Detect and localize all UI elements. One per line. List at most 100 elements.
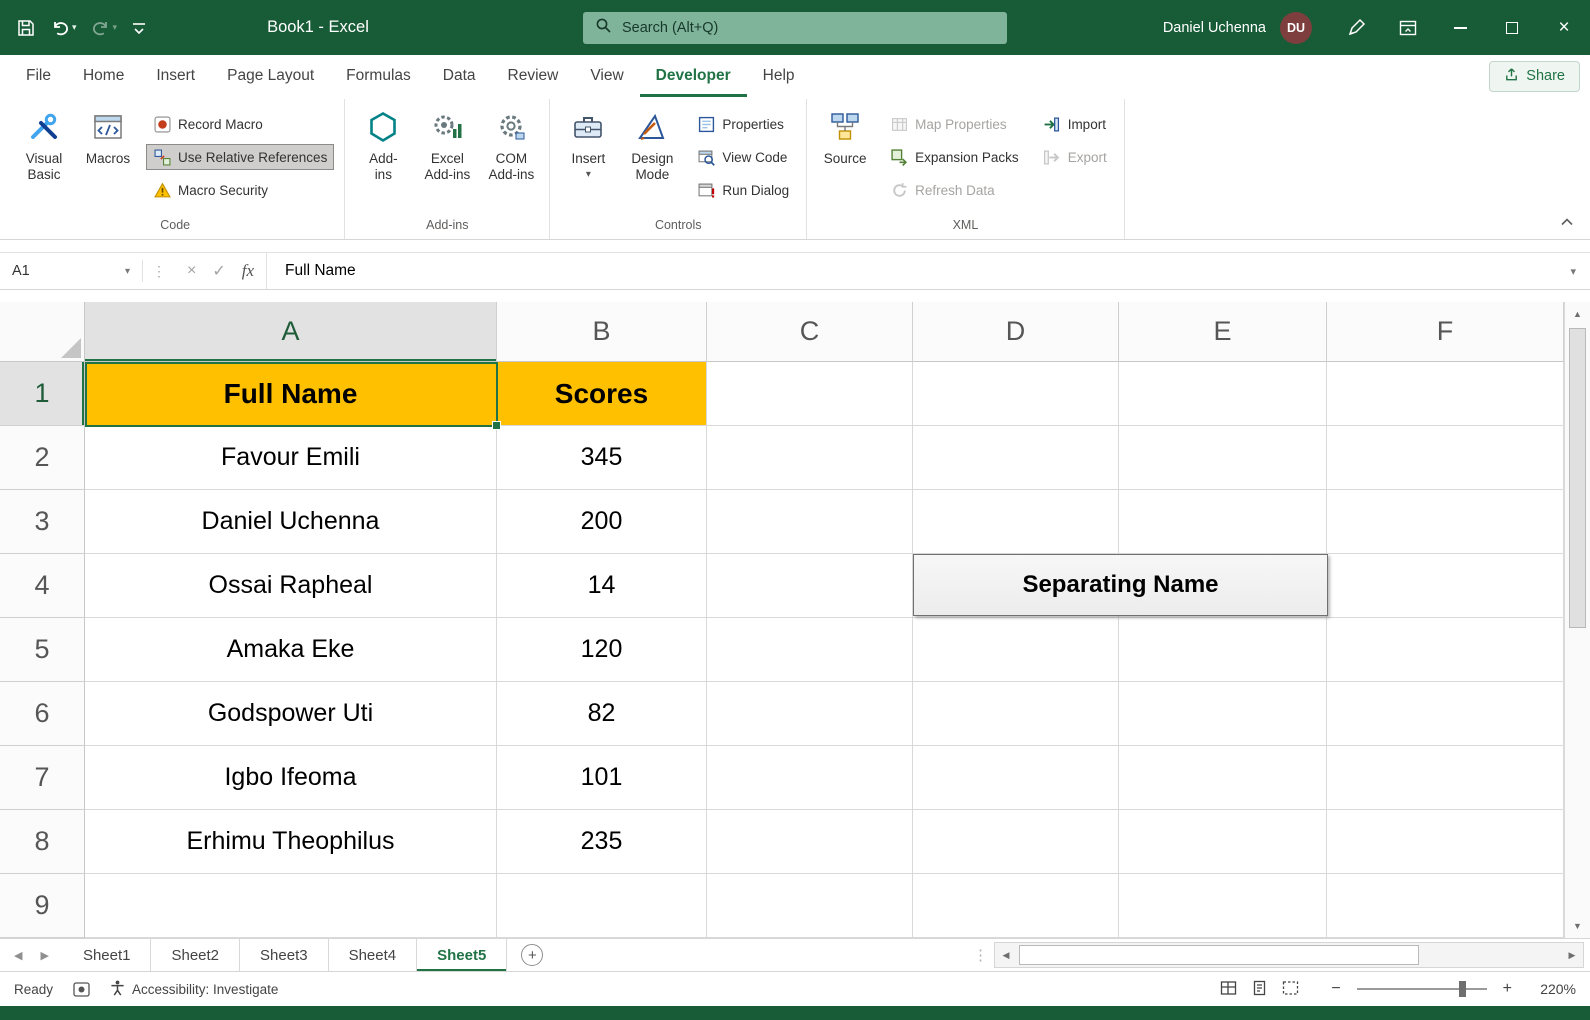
expand-formula-bar-icon[interactable]: ▾ [1556,265,1590,278]
cell-a7[interactable]: Igbo Ifeoma [85,746,497,810]
zoom-slider-thumb[interactable] [1459,981,1466,997]
column-header-e[interactable]: E [1119,302,1327,362]
sheet-nav-left-icon[interactable]: ◀ [14,949,22,962]
cell-d2[interactable] [913,426,1119,490]
cell-a9[interactable] [85,874,497,938]
com-add-ins-button[interactable]: COM Add-ins [479,103,543,203]
account-name[interactable]: Daniel Uchenna [1163,20,1266,36]
row-header-9[interactable]: 9 [0,874,85,938]
cell-f9[interactable] [1327,874,1564,938]
cell-c9[interactable] [707,874,913,938]
import-button[interactable]: Import [1036,111,1114,137]
cell-f4[interactable] [1327,554,1564,618]
cell-a4[interactable]: Ossai Rapheal [85,554,497,618]
column-header-b[interactable]: B [497,302,707,362]
cell-b5[interactable]: 120 [497,618,707,682]
cell-a3[interactable]: Daniel Uchenna [85,490,497,554]
share-button[interactable]: Share [1489,61,1580,92]
minimize-button[interactable] [1434,0,1486,55]
cell-f8[interactable] [1327,810,1564,874]
cell-c4[interactable] [707,554,913,618]
cell-a1[interactable]: Full Name [85,362,497,426]
column-header-c[interactable]: C [707,302,913,362]
cell-c5[interactable] [707,618,913,682]
cell-b4[interactable]: 14 [497,554,707,618]
column-header-a[interactable]: A [85,302,497,362]
row-header-4[interactable]: 4 [0,554,85,618]
cell-d5[interactable] [913,618,1119,682]
row-header-7[interactable]: 7 [0,746,85,810]
customize-quick-access-toolbar-icon[interactable] [131,21,147,35]
zoom-in-button[interactable]: + [1503,980,1512,998]
record-macro-status-button[interactable] [73,982,90,997]
cell-e2[interactable] [1119,426,1327,490]
tab-scrollbar-splitter[interactable]: ⋮ [967,939,994,971]
zoom-out-button[interactable]: − [1331,980,1340,998]
column-header-d[interactable]: D [913,302,1119,362]
cell-e5[interactable] [1119,618,1327,682]
cell-b6[interactable]: 82 [497,682,707,746]
sheet-tab-sheet2[interactable]: Sheet2 [151,939,240,971]
scroll-right-icon[interactable]: ▶ [1561,950,1583,961]
cell-a6[interactable]: Godspower Uti [85,682,497,746]
macro-security-button[interactable]: Macro Security [146,177,334,203]
page-break-preview-icon[interactable] [1282,980,1299,999]
row-header-5[interactable]: 5 [0,618,85,682]
cell-a5[interactable]: Amaka Eke [85,618,497,682]
maximize-button[interactable] [1486,0,1538,55]
row-header-6[interactable]: 6 [0,682,85,746]
cell-c6[interactable] [707,682,913,746]
row-header-3[interactable]: 3 [0,490,85,554]
cell-e3[interactable] [1119,490,1327,554]
cell-a2[interactable]: Favour Emili [85,426,497,490]
formula-bar-resize-handle[interactable]: ⋮ [142,260,175,282]
new-sheet-button[interactable]: + [521,944,543,966]
row-header-2[interactable]: 2 [0,426,85,490]
sheet-tab-sheet1[interactable]: Sheet1 [63,939,152,971]
horizontal-scrollbar[interactable]: ◀ ▶ [994,942,1584,968]
tab-page-layout[interactable]: Page Layout [211,55,330,97]
scroll-up-icon[interactable]: ▲ [1565,302,1590,326]
design-mode-button[interactable]: Design Mode [620,103,684,203]
cell-grid[interactable]: A B C D E F 1 Full Name Scores 2 Favour … [0,302,1564,938]
add-ins-button[interactable]: Add- ins [351,103,415,203]
cell-e1[interactable] [1119,362,1327,426]
avatar[interactable]: DU [1280,12,1312,44]
cell-e7[interactable] [1119,746,1327,810]
use-relative-references-button[interactable]: Use Relative References [146,144,334,170]
tab-file[interactable]: File [10,55,67,97]
scroll-down-icon[interactable]: ▼ [1565,914,1590,938]
excel-add-ins-button[interactable]: Excel Add-ins [415,103,479,203]
cell-d1[interactable] [913,362,1119,426]
row-header-1[interactable]: 1 [0,362,85,426]
cell-f6[interactable] [1327,682,1564,746]
separating-name-form-button[interactable]: Separating Name [913,554,1328,616]
run-dialog-button[interactable]: Run Dialog [690,177,796,203]
row-header-8[interactable]: 8 [0,810,85,874]
tab-developer[interactable]: Developer [640,55,747,97]
macros-button[interactable]: Macros [76,103,140,203]
cell-f7[interactable] [1327,746,1564,810]
name-box-dropdown-icon[interactable]: ▾ [125,266,130,277]
formula-input[interactable]: Full Name [266,253,1556,289]
accessibility-status-button[interactable]: Accessibility: Investigate [110,980,278,999]
tab-insert[interactable]: Insert [140,55,211,97]
cell-e8[interactable] [1119,810,1327,874]
ribbon-display-options-icon[interactable] [1382,0,1434,55]
collapse-ribbon-icon[interactable] [1560,213,1574,231]
search-input[interactable]: Search (Alt+Q) [583,12,1007,44]
select-all-corner[interactable] [0,302,85,362]
cell-e6[interactable] [1119,682,1327,746]
cell-d8[interactable] [913,810,1119,874]
sheet-tab-sheet4[interactable]: Sheet4 [329,939,418,971]
insert-function-icon[interactable]: fx [242,261,254,281]
visual-basic-button[interactable]: Visual Basic [12,103,76,203]
source-button[interactable]: Source [813,103,877,203]
cell-f3[interactable] [1327,490,1564,554]
close-button[interactable]: × [1538,0,1590,55]
cell-c1[interactable] [707,362,913,426]
view-code-button[interactable]: View Code [690,144,796,170]
cell-c2[interactable] [707,426,913,490]
cell-b8[interactable]: 235 [497,810,707,874]
tab-view[interactable]: View [574,55,639,97]
